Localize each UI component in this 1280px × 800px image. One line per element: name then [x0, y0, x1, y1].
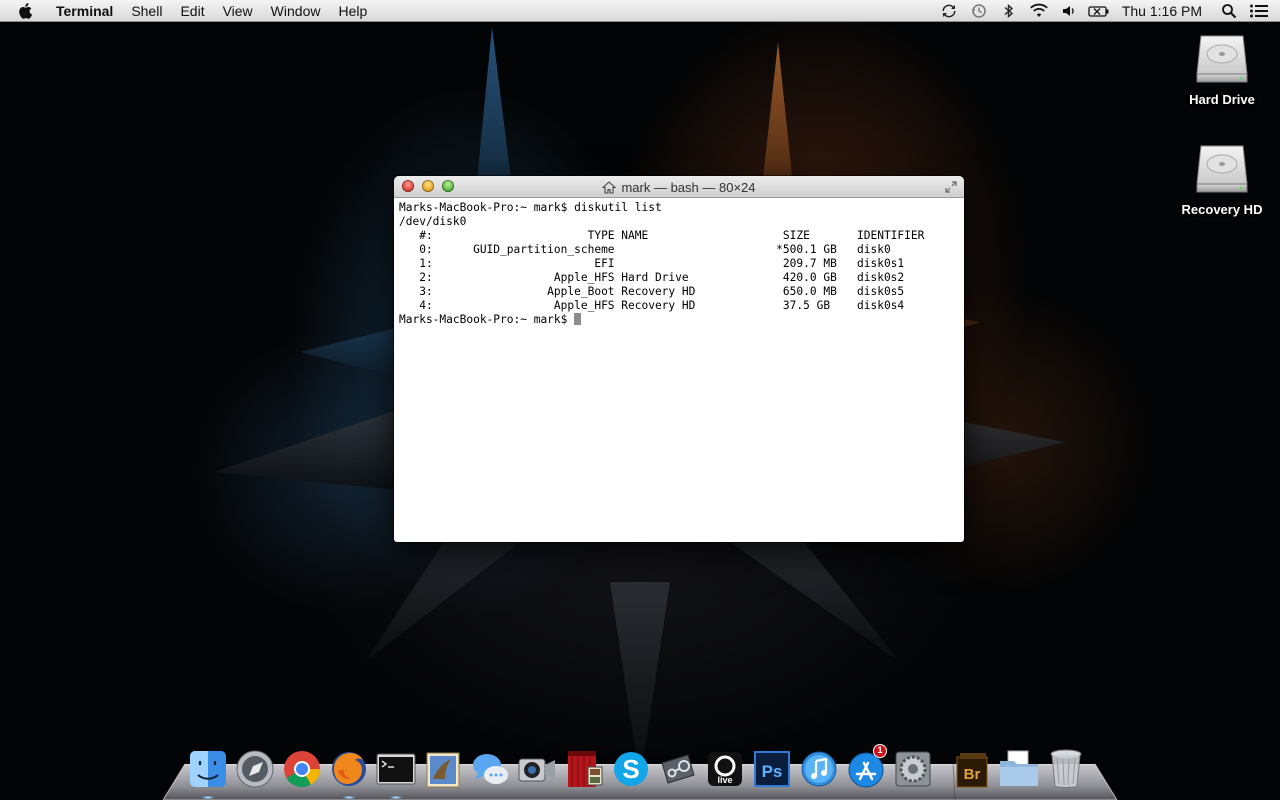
ableton-live-icon: live [707, 752, 742, 786]
terminal-prompt: Marks-MacBook-Pro:~ mark$ [399, 313, 575, 326]
terminal-line: 4: Apple_HFS Recovery HD 37.5 GB disk0s4 [399, 299, 905, 312]
menu-shell[interactable]: Shell [122, 0, 171, 22]
dock-app-finder[interactable] [184, 746, 231, 799]
photoshop-icon: Ps [753, 751, 790, 787]
dock-app-app-store[interactable]: 1 [842, 744, 889, 792]
hard-drive-icon [1193, 140, 1251, 198]
terminal-line: 3: Apple_Boot Recovery HD 650.0 MB disk0… [399, 285, 905, 298]
dock-app-photo-booth[interactable] [560, 746, 607, 792]
notification-badge: 1 [873, 744, 887, 758]
terminal-line: /dev/disk0 [399, 215, 467, 228]
dock-app-steam[interactable] [654, 746, 701, 792]
finder-icon [189, 751, 226, 787]
terminal-line: 0: GUID_partition_scheme *500.1 GB disk0 [399, 243, 891, 256]
itunes-icon [801, 751, 836, 787]
apple-menu-icon[interactable] [18, 2, 42, 20]
notification-center-icon[interactable] [1244, 0, 1274, 22]
terminal-icon [376, 753, 415, 785]
dock-stack-documents[interactable] [995, 746, 1042, 792]
volume-icon[interactable] [1054, 0, 1084, 22]
mail-icon [426, 752, 459, 788]
svg-text:Br: Br [963, 766, 980, 783]
documents-folder-icon [999, 750, 1038, 786]
menu-bar: Terminal Shell Edit View Window Help Thu… [0, 0, 1280, 22]
firefox-icon [331, 752, 366, 786]
menu-clock[interactable]: Thu 1:16 PM [1114, 0, 1214, 22]
svg-text:live: live [717, 775, 732, 785]
trash-icon [1050, 749, 1081, 788]
terminal-line: #: TYPE NAME SIZE IDENTIFIER [399, 229, 925, 242]
dock-app-mail[interactable] [419, 746, 466, 792]
desktop-icon-label: Hard Drive [1189, 92, 1255, 107]
dock: S live Ps 1 Br [184, 744, 1089, 799]
window-title-text: mark — bash — 80×24 [621, 179, 756, 195]
photo-booth-icon [567, 751, 602, 787]
dock-app-system-preferences[interactable] [889, 746, 936, 792]
menu-help[interactable]: Help [329, 0, 376, 22]
time-machine-icon[interactable] [964, 0, 994, 22]
hard-drive-icon [1193, 30, 1251, 88]
chrome-icon [283, 751, 320, 788]
running-indicator [201, 796, 214, 799]
dock-app-ableton-live[interactable]: live [701, 746, 748, 792]
dock-app-launchpad[interactable] [231, 746, 278, 792]
fullscreen-button[interactable] [944, 180, 958, 194]
facetime-icon [518, 758, 555, 782]
running-indicator [342, 796, 355, 799]
dock-app-skype[interactable]: S [607, 746, 654, 792]
terminal-line: 2: Apple_HFS Hard Drive 420.0 GB disk0s2 [399, 271, 905, 284]
terminal-line: Marks-MacBook-Pro:~ mark$ diskutil list [399, 201, 662, 214]
spotlight-search-icon[interactable] [1214, 0, 1244, 22]
desktop-icon-recovery-hd[interactable]: Recovery HD [1172, 140, 1272, 217]
terminal-prompt-line[interactable]: Marks-MacBook-Pro:~ mark$ [399, 313, 959, 327]
terminal-line: 1: EFI 209.7 MB disk0s1 [399, 257, 905, 270]
dock-app-bridge[interactable]: Br [948, 746, 995, 792]
system-preferences-icon [895, 751, 930, 787]
svg-text:Ps: Ps [761, 762, 782, 781]
desktop-icon-label: Recovery HD [1181, 202, 1263, 217]
terminal-window[interactable]: mark — bash — 80×24 Marks-MacBook-Pro:~ … [394, 176, 964, 542]
dock-app-messages[interactable] [466, 746, 513, 792]
messages-icon [472, 754, 508, 784]
dock-app-photoshop[interactable]: Ps [748, 746, 795, 792]
terminal-output[interactable]: Marks-MacBook-Pro:~ mark$ diskutil list /… [394, 198, 964, 330]
menu-view[interactable]: View [214, 0, 262, 22]
battery-icon[interactable] [1084, 0, 1114, 22]
running-indicator [389, 796, 402, 799]
bluetooth-icon[interactable] [994, 0, 1024, 22]
dock-app-itunes[interactable] [795, 746, 842, 792]
home-icon [602, 180, 617, 194]
menu-extras: Thu 1:16 PM [934, 0, 1280, 22]
steam-icon [660, 754, 695, 784]
window-titlebar[interactable]: mark — bash — 80×24 [394, 176, 964, 198]
desktop-icon-hard-drive[interactable]: Hard Drive [1172, 30, 1272, 107]
window-title: mark — bash — 80×24 [394, 176, 964, 198]
dock-app-chrome[interactable] [278, 746, 325, 792]
wifi-icon[interactable] [1024, 0, 1054, 22]
skype-icon: S [613, 752, 648, 786]
dock-app-terminal[interactable] [372, 746, 419, 799]
dock-app-facetime[interactable] [513, 746, 560, 792]
dock-trash[interactable] [1042, 746, 1089, 792]
text-cursor [574, 313, 582, 325]
menu-edit[interactable]: Edit [171, 0, 213, 22]
fullscreen-arrows-icon [945, 181, 957, 193]
svg-text:S: S [622, 754, 639, 784]
dock-app-firefox[interactable] [325, 746, 372, 799]
sync-icon[interactable] [934, 0, 964, 22]
menu-window[interactable]: Window [262, 0, 330, 22]
launchpad-icon [236, 750, 273, 788]
menu-app-name[interactable]: Terminal [54, 0, 122, 22]
bridge-icon: Br [956, 753, 987, 788]
